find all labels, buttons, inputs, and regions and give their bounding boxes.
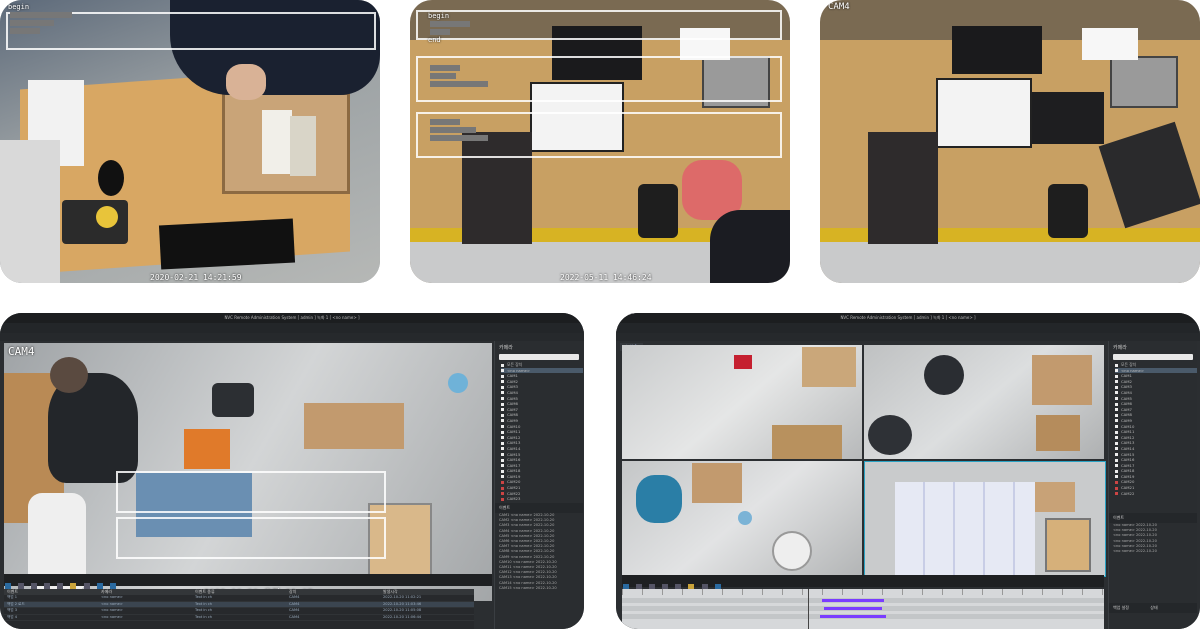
worker-2 (868, 415, 912, 455)
timestamp: 2020-02-21 14:21:59 (150, 273, 242, 282)
overlay-begin-label: begin (8, 3, 30, 11)
video-tile-4[interactable] (864, 461, 1106, 577)
scanner-screen (96, 206, 118, 228)
overlay-text-3: ​ ​ ​ (428, 118, 488, 142)
camera-sidebar: 카메라 모든 장치 <no name> CAM1 CAM2 CAM3 CAM4 … (494, 341, 583, 629)
table-row[interactable]: 백업 1 <no name> Text in ch CAM4 2022-10-20 11… (4, 595, 474, 602)
scanner-device (638, 184, 678, 238)
event-list: <no name> 2022-10-20 <no name> 2022-10-2… (1109, 523, 1197, 554)
camera-tree: 모든 장치 <no name> CAM1 CAM2 CAM3 CAM4 CAM5… (495, 362, 583, 507)
item-in-box-2 (290, 116, 316, 176)
black-bags (952, 26, 1042, 74)
nvr-window-quad: NVC Remote Administration System [ admin… (616, 313, 1200, 629)
worker (924, 355, 964, 395)
mouse (98, 160, 124, 196)
event-panel-header: 이벤트 (1109, 513, 1197, 523)
nvr-window-single: NVC Remote Administration System [ admin… (0, 313, 584, 629)
table-row[interactable]: 백업 4 <no name> Text in ch CAM4 2022-10-20 11… (4, 615, 474, 622)
menu-bar: 시스템 녹화검색 백업관리 도움말 (0, 323, 584, 340)
timeline-ruler (622, 589, 1104, 595)
table-row[interactable]: 백업 3 <no name> Text in ch CAM4 2022-10-20 11… (4, 608, 474, 615)
list-item[interactable]: CAM15 <no name> 2022-10-20 (499, 586, 579, 591)
video-viewport[interactable]: CAM4 2022-10-20 오전 11:07 (4, 343, 492, 601)
video-tile-1[interactable] (622, 345, 862, 459)
tape-roll (448, 373, 468, 393)
worker-head (50, 357, 88, 393)
camera-tree: 모든 장치 <no name> CAM1 CAM2 CAM3 CAM4 CAM5… (1109, 362, 1197, 496)
tab-bar: 녹화 1 (0, 333, 584, 351)
overlay-box-1 (116, 471, 386, 513)
camera-label: CAM4 (828, 2, 850, 12)
sidebar-title: 카메라 (499, 345, 513, 351)
video-tile-3[interactable] (622, 461, 862, 575)
black-bag-2 (1032, 92, 1104, 144)
overlay-box-2 (116, 517, 386, 559)
list-item[interactable]: <no name> 2022-10-20 (1113, 549, 1193, 554)
video-tile-2[interactable] (864, 345, 1104, 459)
printer (212, 383, 254, 417)
event-list: CAM1 <no name> 2022-10-20 CAM2 <no name>… (495, 513, 583, 591)
window-title: NVC Remote Administration System [ admin… (0, 313, 584, 323)
worker-hand (226, 64, 266, 100)
window-title: NVC Remote Administration System [ admin… (616, 313, 1200, 323)
playback-toolbar (4, 574, 492, 589)
overlay-end-label: end (428, 36, 441, 44)
left-shelf (0, 140, 60, 283)
laptop (1110, 56, 1178, 108)
timestamp: 2022-05-11 14:46:24 (560, 273, 652, 282)
camera-screen-2: begin ​ ​ end ​ ​ ​ ​ ​ ​ 2022-05-11 14:… (410, 0, 790, 283)
playback-toolbar (622, 575, 1104, 590)
laptop (1045, 518, 1091, 572)
red-item (734, 355, 752, 369)
scanner-device (1048, 184, 1088, 238)
timeline[interactable] (622, 589, 1104, 629)
tab-bar: 녹화 1 (616, 333, 1200, 351)
box (692, 463, 742, 503)
camera-screen-3: CAM4 (820, 0, 1200, 283)
paper-sheet (1082, 28, 1138, 60)
camera-sidebar: 카메라 모든 장치 <no name> CAM1 CAM2 CAM3 CAM4 … (1108, 341, 1197, 629)
timeline-mark (820, 615, 886, 618)
event-panel-header: 이벤트 (495, 503, 583, 513)
sidebar-search-input[interactable] (499, 354, 579, 360)
worker-arm (710, 210, 790, 283)
keyboard (158, 218, 296, 270)
dark-bags-stack (868, 132, 938, 244)
fan (772, 531, 812, 571)
overlay-text: begin ​ ​ end (428, 12, 470, 44)
white-bags (936, 78, 1032, 148)
box-2 (772, 425, 842, 459)
menu-bar: 시스템 녹화검색 백업관리 도움말 (616, 323, 1200, 340)
overlay-box-1 (416, 10, 782, 40)
backup-panel-header: 백업 설정 상태 (1109, 603, 1197, 613)
floor (820, 242, 1200, 283)
colorful-items (184, 429, 230, 469)
overlay-text: begin ​ ​ ​ (8, 3, 72, 35)
overlay-begin-label: begin (428, 12, 450, 20)
camera-label: CAM4 (8, 345, 35, 358)
tape-roll (738, 511, 752, 525)
scanner-device (62, 200, 128, 244)
product-boxes (895, 482, 1035, 576)
overlay-text-2: ​ ​ ​ (428, 64, 488, 88)
box (1035, 482, 1075, 512)
item-in-box (262, 110, 292, 174)
event-table: 이벤트 카메라 이벤트 종류 장치 발생시각 백업 1 <no name> Text… (4, 589, 474, 629)
boxes (802, 347, 856, 387)
box-2 (1036, 415, 1080, 451)
tree-item[interactable]: CAM22 (1115, 491, 1197, 497)
sidebar-title: 카메라 (1113, 345, 1127, 351)
boxes-right (304, 403, 404, 449)
timeline-mark (822, 599, 884, 602)
worker (636, 475, 682, 523)
camera-screen-1: begin ​ ​ ​ 2020-02-21 14:21:59 (0, 0, 380, 283)
table-row[interactable]: 백업 2 로드 <no name> Text in ch CAM4 2022-10-20… (4, 601, 474, 609)
timeline-mark (824, 607, 882, 610)
boxes (1032, 355, 1092, 405)
timeline-cursor[interactable] (808, 589, 809, 629)
sidebar-search-input[interactable] (1113, 354, 1193, 360)
